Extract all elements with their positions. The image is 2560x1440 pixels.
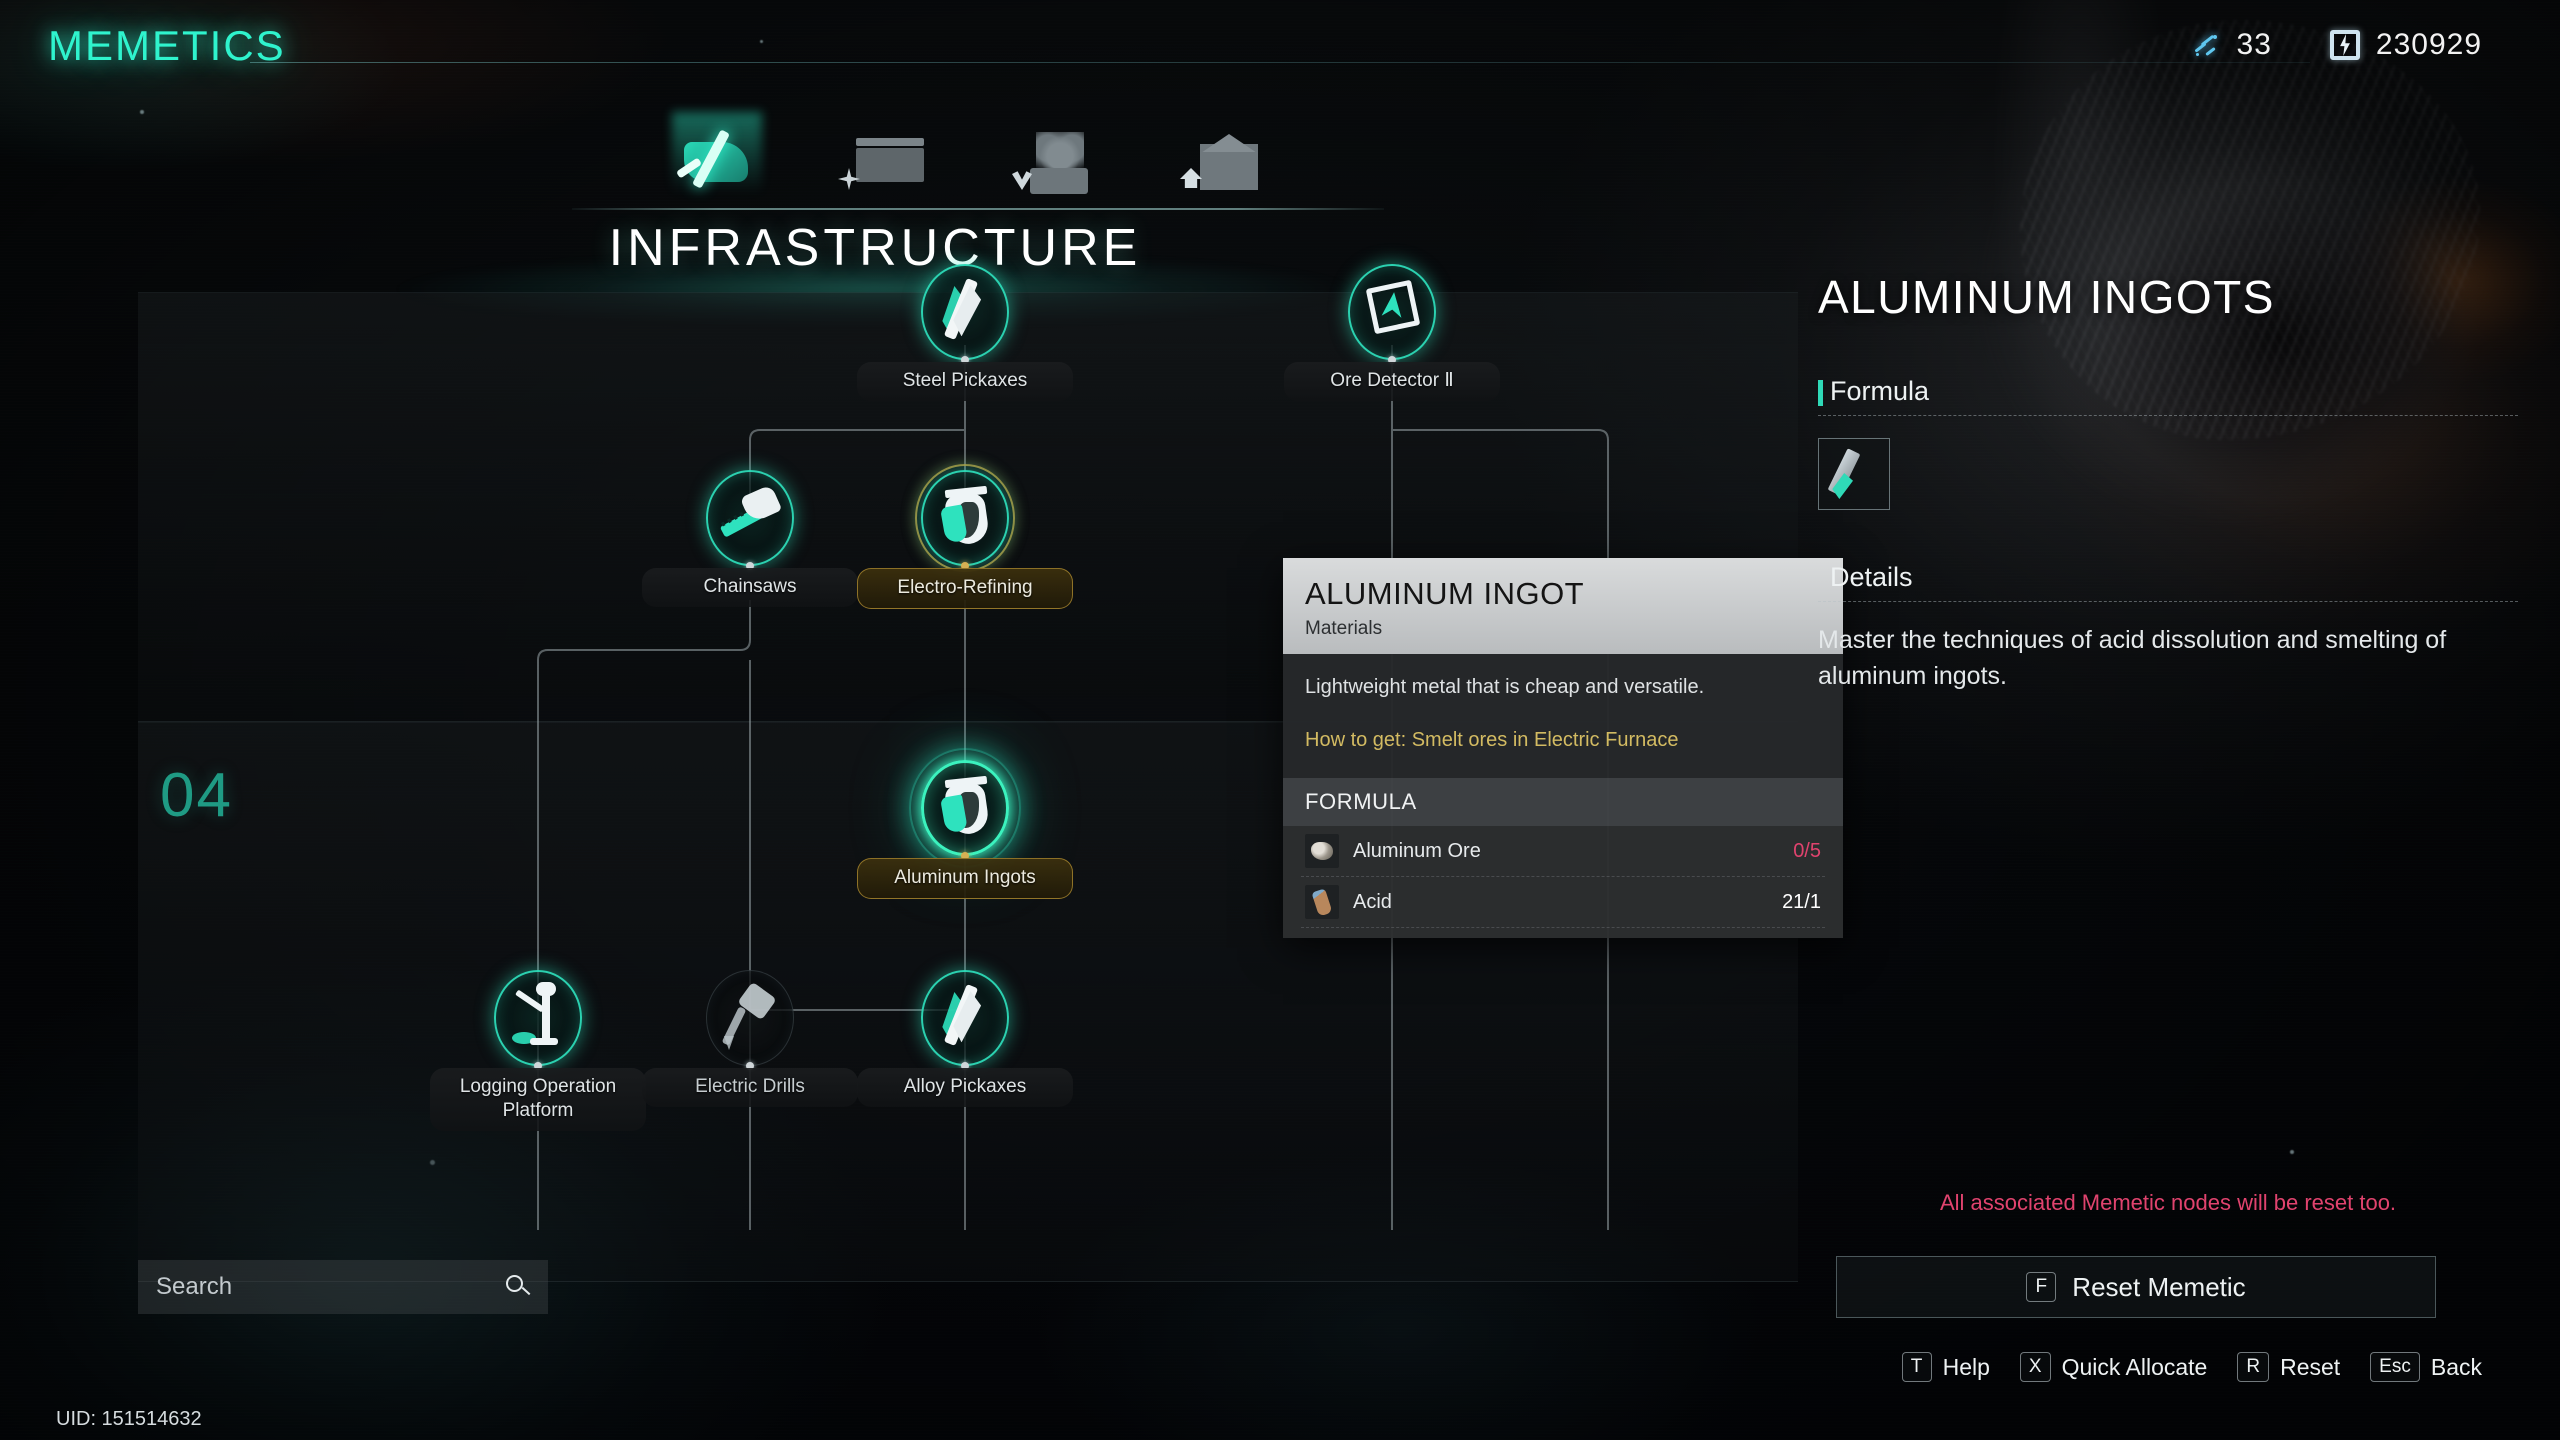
ore-detector-icon <box>1358 274 1426 350</box>
tooltip-title: ALUMINUM INGOT <box>1305 576 1585 611</box>
detail-details-section: Details Master the techniques of acid di… <box>1818 562 2518 695</box>
tooltip-body: Lightweight metal that is cheap and vers… <box>1283 654 1843 778</box>
node-electric-drills[interactable]: Electric Drills <box>642 970 858 1107</box>
node-label: Chainsaws <box>642 568 858 607</box>
reset-key-cap: F <box>2026 1272 2057 1302</box>
tooltip-formula-header: FORMULA <box>1283 778 1843 826</box>
node-chainsaws[interactable]: Chainsaws <box>642 470 858 607</box>
chainsaw-icon <box>716 480 784 556</box>
detail-details-label: Details <box>1830 562 1913 592</box>
node-label: Alloy Pickaxes <box>857 1068 1073 1107</box>
node-electro-refining[interactable]: Electro-Refining <box>857 464 1073 609</box>
aluminum-ore-icon <box>1305 834 1339 868</box>
hotkey-label: Reset <box>2280 1353 2341 1380</box>
hotkey-bar: T Help X Quick Allocate R Reset Esc Back <box>1901 1352 2482 1382</box>
ingredient-row: Acid 21/1 <box>1301 877 1825 928</box>
steel-pickaxe-icon <box>931 274 999 350</box>
key-cap: X <box>2019 1352 2051 1382</box>
node-label: Electric Drills <box>642 1068 858 1107</box>
hotkey-label: Help <box>1942 1353 1990 1380</box>
key-cap: T <box>1901 1352 1932 1382</box>
hotkey-quick-allocate[interactable]: X Quick Allocate <box>2019 1352 2208 1382</box>
detail-panel: ALUMINUM INGOTS Formula Details Master t… <box>1818 270 2518 695</box>
alloy-pickaxe-icon <box>931 980 999 1056</box>
memetic-shard-value: 33 <box>2236 28 2272 61</box>
ingredient-name: Aluminum Ore <box>1353 839 1481 862</box>
search-bar[interactable] <box>138 1260 548 1314</box>
tooltip-category: Materials <box>1305 618 1383 639</box>
electric-drill-icon <box>716 980 784 1056</box>
node-alloy-pickaxes[interactable]: Alloy Pickaxes <box>857 970 1073 1107</box>
section-rule <box>1818 601 2518 602</box>
detail-formula-section: Formula <box>1818 376 2518 510</box>
node-steel-pickaxes[interactable]: Steel Pickaxes <box>857 264 1073 401</box>
refining-flask-icon <box>931 770 999 846</box>
currency-energy-chip: 230929 <box>2329 28 2482 62</box>
node-label: Electro-Refining <box>857 568 1073 609</box>
tooltip-ingredient-list: Aluminum Ore 0/5 Acid 21/1 <box>1283 826 1843 938</box>
ingredient-quantity: 21/1 <box>1782 890 1821 913</box>
refining-flask-icon <box>931 480 999 556</box>
reset-memetic-label: Reset Memetic <box>2072 1271 2246 1302</box>
hotkey-help[interactable]: T Help <box>1901 1352 1990 1382</box>
tooltip-how-to-get: How to get: Smelt ores in Electric Furna… <box>1305 729 1679 751</box>
hotkey-label: Back <box>2430 1353 2482 1380</box>
formula-item-slot[interactable] <box>1818 438 1890 510</box>
uid-label: UID: 151514632 <box>56 1408 202 1430</box>
reset-warning: All associated Memetic nodes will be res… <box>1939 1190 2397 1215</box>
ingredient-row: Aluminum Ore 0/5 <box>1301 826 1825 877</box>
memetic-shard-icon <box>2191 30 2221 60</box>
node-label: Aluminum Ingots <box>857 858 1073 899</box>
detail-details-text: Master the techniques of acid dissolutio… <box>1818 626 2447 691</box>
energy-chip-value: 230929 <box>2375 28 2482 61</box>
hotkey-label: Quick Allocate <box>2061 1353 2208 1380</box>
currency-bar: 33 230929 <box>2191 28 2482 62</box>
energy-chip-icon <box>2329 30 2360 60</box>
node-label: Logging Operation Platform <box>430 1068 646 1131</box>
logging-platform-icon <box>504 980 572 1056</box>
dust-mote <box>2290 1150 2294 1154</box>
detail-formula-label: Formula <box>1818 376 1929 407</box>
ingredient-quantity: 0/5 <box>1793 839 1821 862</box>
item-tooltip: ALUMINUM INGOT Materials Lightweight met… <box>1283 558 1843 938</box>
section-rule <box>1818 415 2518 416</box>
currency-memetic-shard: 33 <box>2191 28 2272 62</box>
tooltip-description: Lightweight metal that is cheap and vers… <box>1305 676 1705 698</box>
node-ore-detector-ii[interactable]: Ore Detector Ⅱ <box>1284 264 1500 401</box>
memetics-screen: MEMETICS 33 230929 INFRASTRUCTURE 04 Ste… <box>0 0 2560 1440</box>
node-label: Ore Detector Ⅱ <box>1284 362 1500 401</box>
tooltip-header: ALUMINUM INGOT Materials <box>1283 558 1843 654</box>
ingredient-name: Acid <box>1353 890 1392 913</box>
hotkey-back[interactable]: Esc Back <box>2370 1352 2482 1382</box>
key-cap: Esc <box>2370 1352 2420 1382</box>
node-logging-platform[interactable]: Logging Operation Platform <box>430 970 646 1131</box>
search-icon <box>506 1275 531 1299</box>
key-cap: R <box>2237 1352 2270 1382</box>
node-label: Steel Pickaxes <box>857 362 1073 401</box>
node-aluminum-ingots[interactable]: Aluminum Ingots <box>857 748 1073 899</box>
hotkey-reset[interactable]: R Reset <box>2237 1352 2340 1382</box>
acid-bottle-icon <box>1305 885 1339 919</box>
reset-memetic-button[interactable]: F Reset Memetic <box>1836 1256 2436 1318</box>
detail-title: ALUMINUM INGOTS <box>1818 271 2275 323</box>
search-input[interactable] <box>156 1273 506 1301</box>
